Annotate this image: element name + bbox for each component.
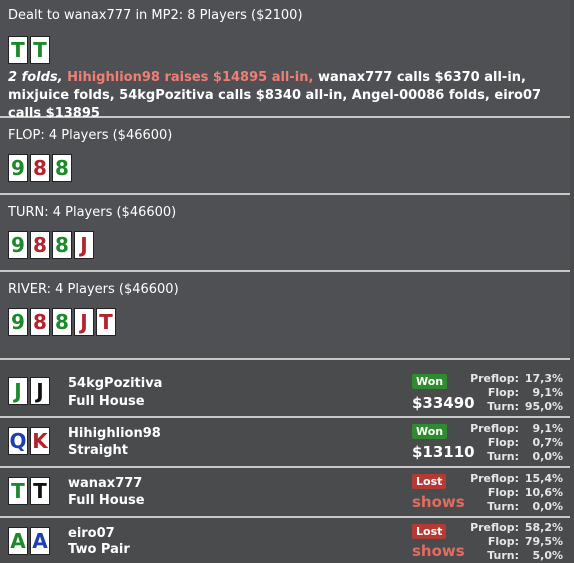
player-cards: A A	[8, 527, 50, 555]
shows-label: shows	[412, 542, 465, 560]
result-badge: Won	[412, 374, 448, 389]
player-name: 54kgPozitiva	[68, 376, 163, 391]
turn-title: TURN: 4 Players ($46600)	[8, 205, 177, 220]
hole-card: T	[30, 36, 50, 64]
board-card: 9	[8, 308, 28, 336]
board-card: J	[74, 308, 94, 336]
board-card: 8	[30, 154, 50, 182]
player-cards: J J	[8, 377, 50, 405]
turn-cards: 9 8 8 J	[8, 231, 94, 259]
player-card: Q	[8, 427, 28, 455]
flop-equity: 79,5%	[524, 535, 563, 548]
flop-equity: 9,1%	[532, 386, 563, 399]
player-cards: T T	[8, 477, 50, 505]
turn-equity: 0,0%	[532, 450, 563, 463]
preflop-label: Preflop:	[470, 422, 519, 435]
result-badge: Lost	[412, 474, 447, 489]
player-card: K	[30, 427, 50, 455]
player-hand: Full House	[68, 493, 145, 508]
preflop-equity: 15,4%	[524, 472, 563, 485]
flop-label: Flop:	[487, 486, 519, 499]
flop-cards: 9 8 8	[8, 154, 72, 182]
result-badge: Lost	[412, 524, 447, 539]
flop-label: Flop:	[487, 386, 519, 399]
turn-equity: 0,0%	[532, 500, 563, 513]
turn-label: Turn:	[487, 549, 519, 562]
hole-card: T	[8, 36, 28, 64]
board-card: 8	[30, 231, 50, 259]
player-name: wanax777	[68, 476, 143, 491]
river-cards: 9 8 8 J T	[8, 308, 116, 336]
turn-equity: 95,0%	[524, 400, 563, 413]
player-card: J	[8, 377, 28, 405]
shows-label: shows	[412, 493, 465, 511]
turn-label: Turn:	[487, 400, 519, 413]
result-badge: Won	[412, 424, 448, 439]
player-hand: Two Pair	[68, 542, 130, 557]
flop-label: Flop:	[487, 535, 519, 548]
player-card: T	[30, 477, 50, 505]
hand-history-panel: Dealt to wanax777 in MP2: 8 Players ($21…	[0, 0, 574, 563]
board-card: 9	[8, 231, 28, 259]
board-card: 8	[52, 231, 72, 259]
preflop-section: Dealt to wanax777 in MP2: 8 Players ($21…	[0, 0, 570, 121]
dealt-title: Dealt to wanax777 in MP2: 8 Players ($21…	[8, 8, 303, 23]
player-card: A	[30, 527, 50, 555]
preflop-label: Preflop:	[470, 472, 519, 485]
player-row: Q K Hihighlion98 Straight Won $13110 Pre…	[0, 418, 570, 468]
turn-equity: 5,0%	[532, 549, 563, 562]
preflop-equity: 58,2%	[524, 521, 563, 534]
river-title: RIVER: 4 Players ($46600)	[8, 282, 179, 297]
player-cards: Q K	[8, 427, 50, 455]
flop-label: Flop:	[487, 436, 519, 449]
player-name: eiro07	[68, 526, 115, 541]
preflop-label: Preflop:	[470, 372, 519, 385]
preflop-action-line: 2 folds, Hihighlion98 raises $14895 all-…	[8, 69, 564, 123]
board-card: 8	[52, 154, 72, 182]
player-hand: Full House	[68, 394, 145, 409]
preflop-label: Preflop:	[470, 521, 519, 534]
preflop-equity: 9,1%	[532, 422, 563, 435]
turn-label: Turn:	[487, 450, 519, 463]
player-card: A	[8, 527, 28, 555]
player-card: J	[30, 377, 50, 405]
flop-section: FLOP: 4 Players ($46600) 9 8 8	[0, 118, 570, 195]
action-raise: Hihighlion98 raises $14895 all-in,	[67, 70, 318, 85]
player-row: J J 54kgPozitiva Full House Won $33490 P…	[0, 368, 570, 418]
board-card: T	[96, 308, 116, 336]
board-card: 8	[52, 308, 72, 336]
preflop-equity: 17,3%	[524, 372, 563, 385]
flop-title: FLOP: 4 Players ($46600)	[8, 128, 173, 143]
player-row: T T wanax777 Full House Lost shows Prefl…	[0, 468, 570, 518]
flop-equity: 0,7%	[532, 436, 563, 449]
player-card: T	[8, 477, 28, 505]
river-section: RIVER: 4 Players ($46600) 9 8 8 J T	[0, 272, 570, 360]
player-name: Hihighlion98	[68, 426, 161, 441]
action-folds: 2 folds,	[8, 70, 68, 85]
player-hand: Straight	[68, 443, 128, 458]
board-card: 9	[8, 154, 28, 182]
turn-label: Turn:	[487, 500, 519, 513]
board-card: 8	[30, 308, 50, 336]
flop-equity: 10,6%	[524, 486, 563, 499]
board-card: J	[74, 231, 94, 259]
turn-section: TURN: 4 Players ($46600) 9 8 8 J	[0, 195, 570, 272]
hole-cards: T T	[8, 36, 50, 64]
player-row: A A eiro07 Two Pair Lost shows Preflop: …	[0, 518, 570, 563]
